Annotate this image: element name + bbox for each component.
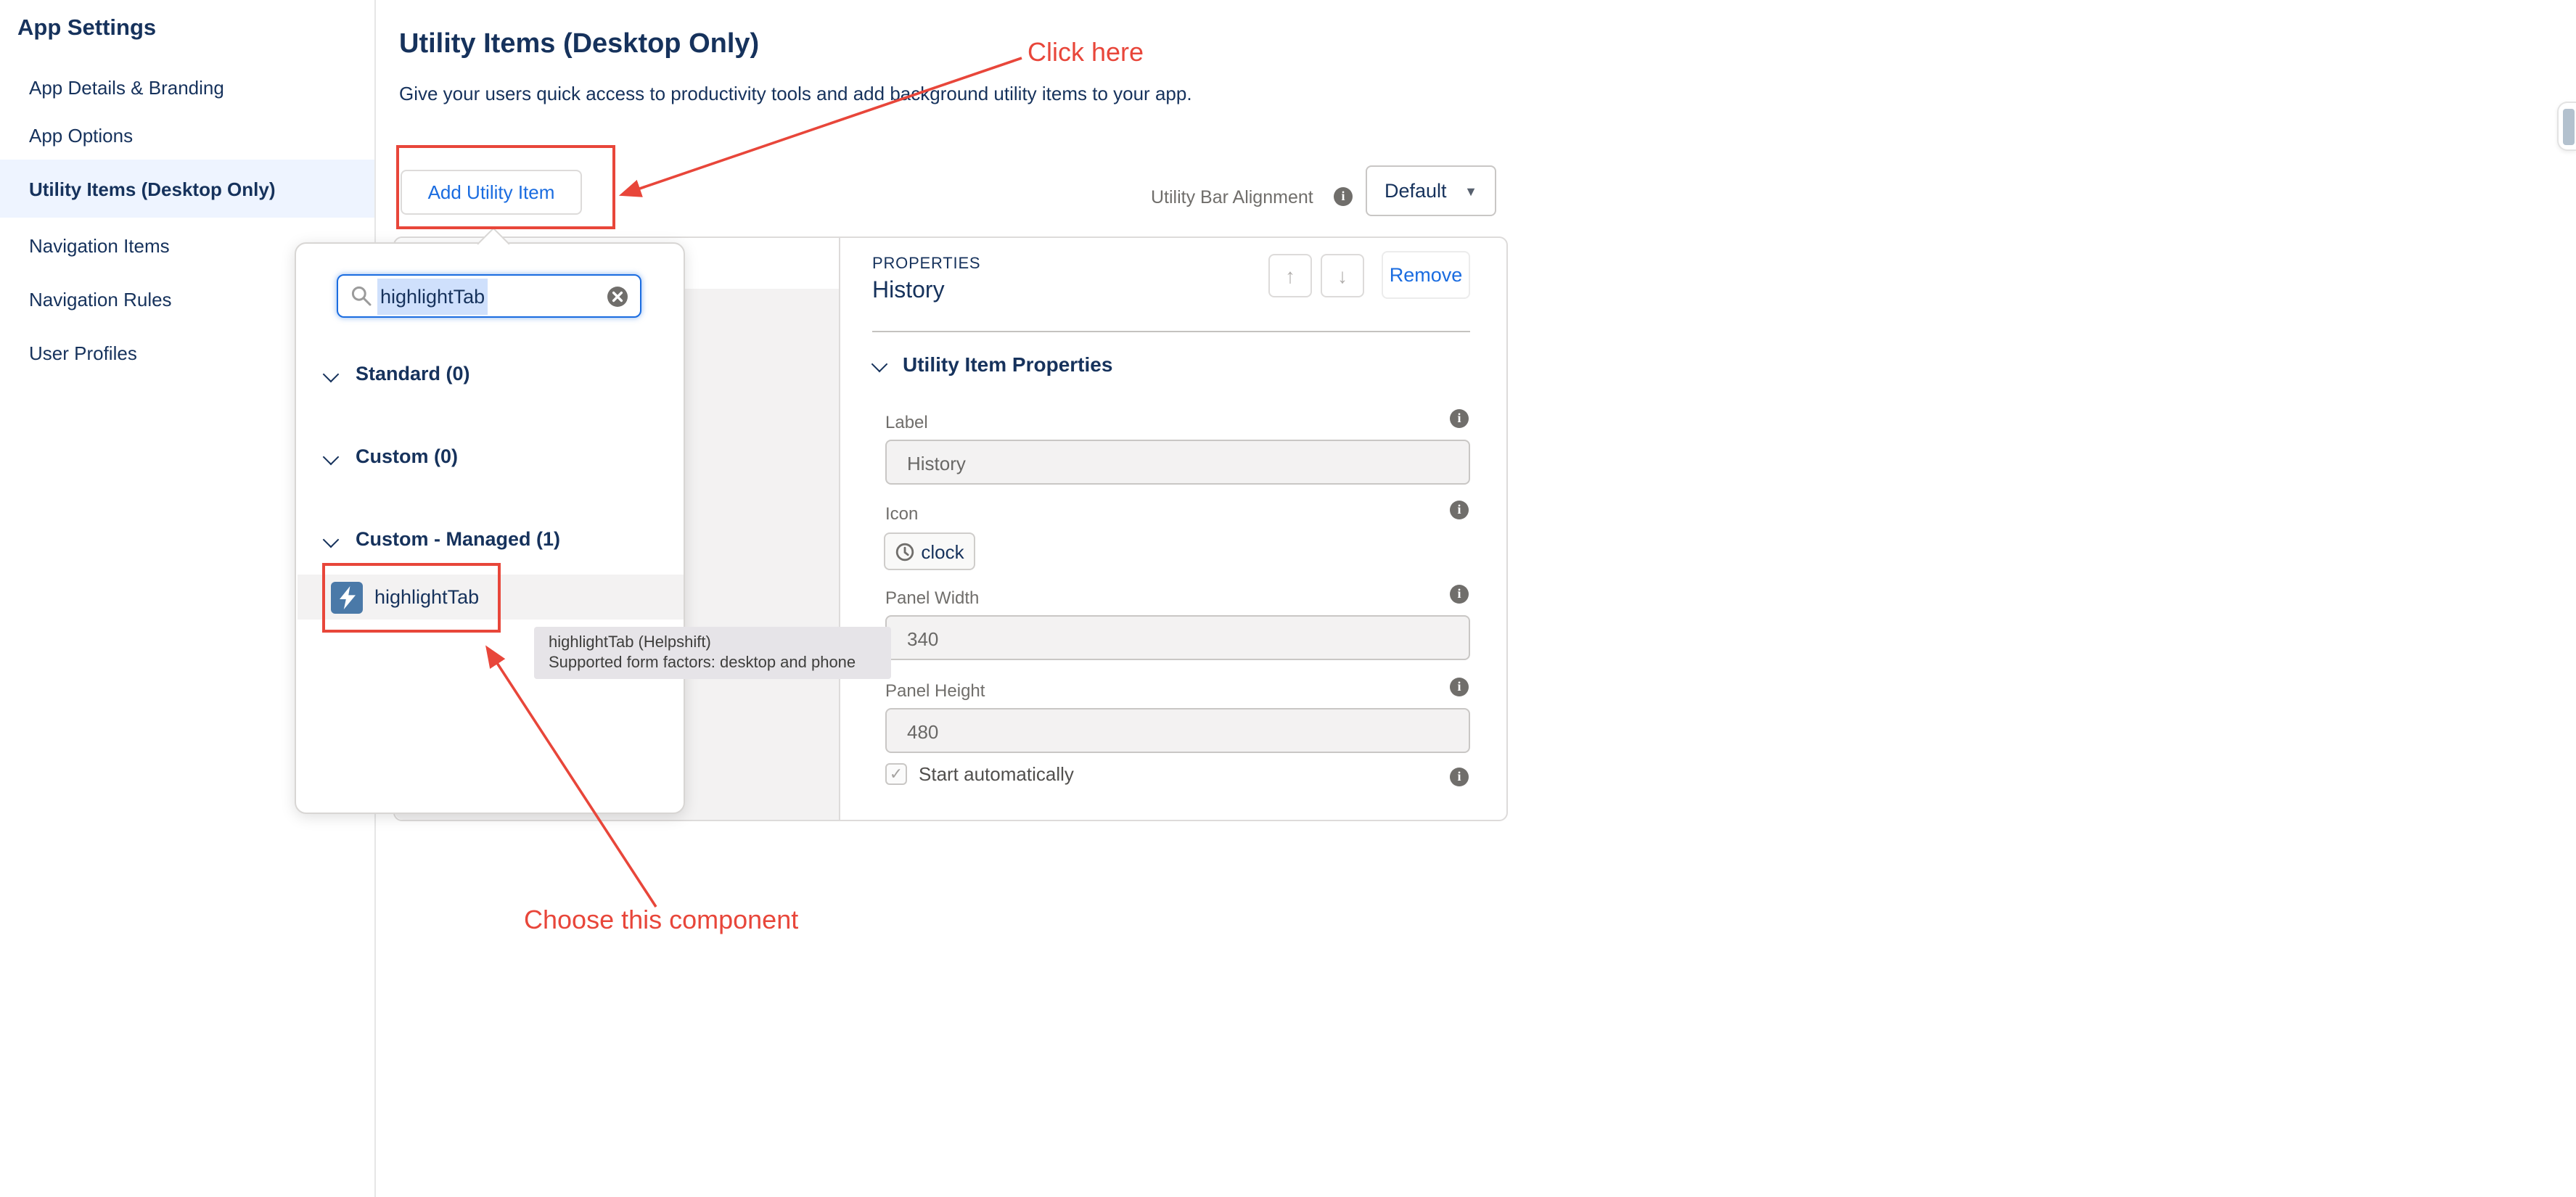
card-column-divider: [839, 238, 840, 820]
annotation-box-component: [322, 563, 501, 633]
sidebar-item-user-profiles[interactable]: User Profiles: [29, 341, 137, 367]
annotation-box-add-button: [396, 145, 615, 229]
panel-height-info-icon[interactable]: i: [1450, 678, 1469, 696]
chevron-down-icon: [323, 531, 340, 548]
label-info-icon[interactable]: i: [1450, 409, 1469, 428]
section-custom-managed[interactable]: Custom - Managed (1): [325, 528, 560, 550]
remove-button[interactable]: Remove: [1382, 251, 1470, 299]
icon-picker-value: clock: [921, 540, 964, 562]
section-standard-label: Standard (0): [356, 363, 470, 384]
label-field-input[interactable]: History: [885, 440, 1470, 485]
properties-eyebrow: PROPERTIES: [872, 255, 980, 273]
properties-divider: [872, 331, 1470, 332]
alignment-info-icon[interactable]: i: [1334, 187, 1353, 206]
alignment-dropdown[interactable]: Default ▼: [1366, 165, 1496, 216]
panel-width-label: Panel Width: [885, 588, 979, 608]
clock-icon: [895, 542, 914, 561]
arrow-down-icon: ↓: [1337, 264, 1348, 287]
icon-field-label: Icon: [885, 503, 918, 524]
component-search-input[interactable]: highlightTab: [337, 274, 641, 318]
component-picker-dropdown: highlightTab Standard (0) Custom (0) Cus…: [295, 242, 685, 814]
tooltip-line1: highlightTab (Helpshift): [549, 633, 877, 653]
page-description: Give your users quick access to producti…: [399, 83, 1192, 104]
properties-item-title: History: [872, 279, 945, 305]
tooltip-line2: Supported form factors: desktop and phon…: [549, 653, 877, 673]
caret-down-icon: ▼: [1464, 184, 1477, 198]
alignment-dropdown-value: Default: [1385, 180, 1447, 202]
section-custom[interactable]: Custom (0): [325, 445, 458, 467]
sidebar-item-utility-items[interactable]: Utility Items (Desktop Only): [29, 177, 276, 203]
section-custom-managed-label: Custom - Managed (1): [356, 528, 560, 550]
icon-info-icon[interactable]: i: [1450, 501, 1469, 519]
panel-width-input[interactable]: 340: [885, 615, 1470, 660]
start-automatically-checkbox[interactable]: ✓: [885, 763, 907, 785]
start-automatically-label: Start automatically: [919, 763, 1074, 785]
sidebar-item-navigation-rules[interactable]: Navigation Rules: [29, 287, 172, 313]
utility-item-properties-heading[interactable]: Utility Item Properties: [903, 353, 1112, 376]
utility-bar-alignment-label: Utility Bar Alignment: [1151, 187, 1313, 207]
sidebar-item-app-options[interactable]: App Options: [29, 123, 133, 149]
section-custom-label: Custom (0): [356, 445, 458, 467]
label-field-label: Label: [885, 412, 928, 432]
chevron-down-icon: [323, 366, 340, 382]
section-standard[interactable]: Standard (0): [325, 363, 470, 384]
panel-width-info-icon[interactable]: i: [1450, 585, 1469, 604]
panel-height-label: Panel Height: [885, 680, 985, 701]
move-down-button[interactable]: ↓: [1321, 254, 1364, 297]
move-up-button[interactable]: ↑: [1268, 254, 1312, 297]
app-settings-page: App Settings App Details & Branding App …: [0, 0, 2576, 1197]
autostart-info-icon[interactable]: i: [1450, 768, 1469, 786]
page-title: Utility Items (Desktop Only): [399, 29, 759, 61]
component-tooltip: highlightTab (Helpshift) Supported form …: [534, 627, 891, 679]
search-icon: [351, 286, 372, 306]
sidebar-title: App Settings: [17, 16, 156, 42]
panel-height-input[interactable]: 480: [885, 708, 1470, 753]
arrow-to-add-button: [623, 58, 1022, 194]
scrollbar-thumb[interactable]: [2557, 102, 2576, 151]
annotation-click-here: Click here: [1027, 38, 1144, 68]
clear-search-icon[interactable]: [607, 285, 628, 307]
sidebar-item-app-details[interactable]: App Details & Branding: [29, 75, 224, 102]
annotation-choose-component: Choose this component: [524, 905, 798, 936]
chevron-down-icon: [323, 448, 340, 465]
search-input-value: highlightTab: [377, 278, 488, 314]
arrow-up-icon: ↑: [1285, 264, 1295, 287]
icon-picker-button[interactable]: clock: [884, 532, 975, 570]
sidebar-item-navigation-items[interactable]: Navigation Items: [29, 234, 170, 260]
